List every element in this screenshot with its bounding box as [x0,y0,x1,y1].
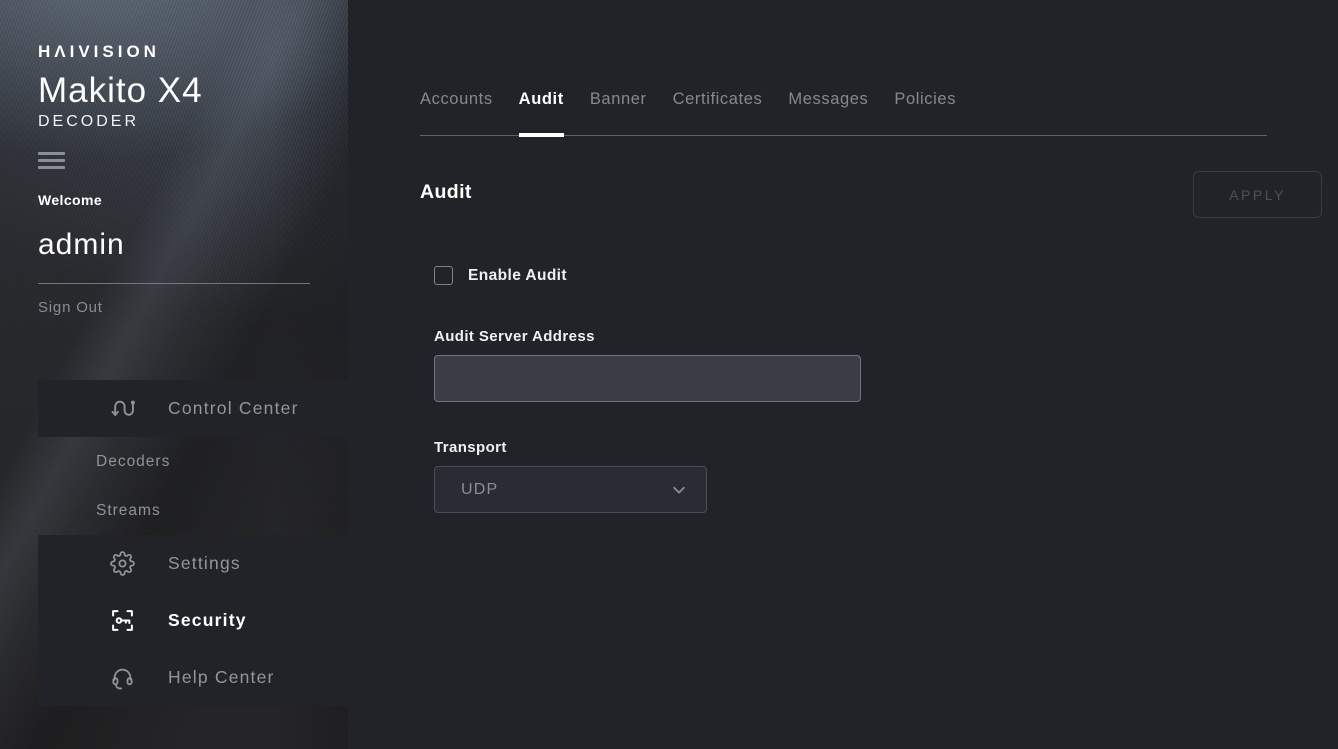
sidebar-nav: Control Center Decoders Streams [38,380,348,706]
menu-icon[interactable] [38,152,65,169]
server-address-field: Audit Server Address [434,328,1338,402]
product-type: DECODER [38,113,348,131]
tab-policies[interactable]: Policies [894,90,956,135]
enable-audit-checkbox[interactable] [434,266,453,285]
app-window: HΛIVISION Makito X4 DECODER Welcome admi… [0,0,1338,749]
tab-banner[interactable]: Banner [590,90,647,135]
tab-messages[interactable]: Messages [788,90,868,135]
transport-label: Transport [434,439,1338,456]
sidebar-divider [38,283,310,284]
menu-bar [38,166,65,169]
route-icon [110,396,168,421]
sign-out-link[interactable]: Sign Out [38,299,103,316]
tab-audit[interactable]: Audit [519,90,564,135]
gear-icon [110,551,168,576]
sidebar-item-decoders[interactable]: Decoders [38,437,348,486]
server-address-input[interactable] [434,355,861,402]
sidebar-content: HΛIVISION Makito X4 DECODER Welcome admi… [0,0,348,706]
headset-icon [110,665,168,690]
welcome-label: Welcome [38,192,348,208]
tab-certificates[interactable]: Certificates [673,90,763,135]
enable-audit-label: Enable Audit [468,267,567,285]
tab-bar: Accounts Audit Banner Certificates Messa… [420,0,1267,136]
transport-selected-value: UDP [461,481,498,499]
transport-select[interactable]: UDP [434,466,707,513]
sidebar: HΛIVISION Makito X4 DECODER Welcome admi… [0,0,348,749]
sidebar-item-security[interactable]: Security [38,592,348,649]
sidebar-item-label: Streams [96,502,161,520]
sidebar-item-label: Security [168,610,247,631]
transport-field: Transport UDP [434,439,1338,513]
sidebar-item-control-center[interactable]: Control Center [38,380,348,437]
sidebar-item-label: Control Center [168,398,299,419]
sidebar-item-streams[interactable]: Streams [38,486,348,535]
menu-bar [38,159,65,162]
chevron-down-icon [670,481,688,499]
menu-bar [38,152,65,155]
sidebar-item-settings[interactable]: Settings [38,535,348,592]
key-frame-icon [110,608,168,633]
tab-accounts[interactable]: Accounts [420,90,493,135]
server-address-label: Audit Server Address [434,328,1338,345]
sidebar-item-label: Decoders [96,453,170,471]
main-content: Accounts Audit Banner Certificates Messa… [348,0,1338,749]
product-name: Makito X4 [38,71,348,111]
sidebar-item-help-center[interactable]: Help Center [38,649,348,706]
sidebar-item-label: Help Center [168,667,275,688]
haivision-logo: HΛIVISION [38,42,348,62]
sidebar-item-label: Settings [168,553,241,574]
username: admin [38,228,348,262]
audit-form: Enable Audit Audit Server Address Transp… [434,266,1338,513]
enable-audit-row[interactable]: Enable Audit [434,266,567,285]
apply-button[interactable]: APPLY [1193,171,1322,218]
